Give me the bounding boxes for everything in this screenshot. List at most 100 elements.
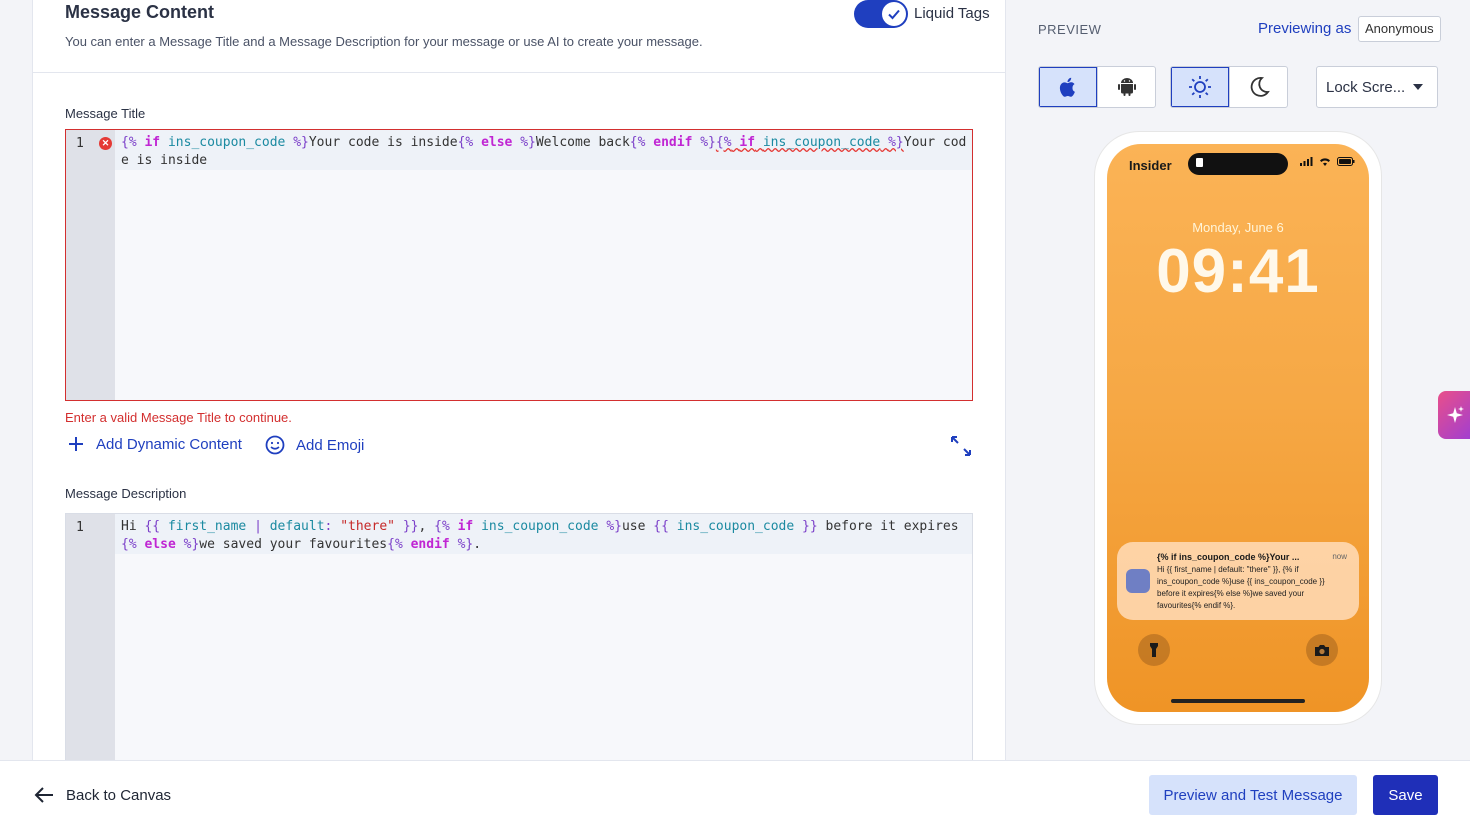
moon-icon (1250, 77, 1270, 97)
home-indicator (1171, 699, 1305, 703)
code-token: | (254, 519, 262, 534)
code-token: endif (653, 135, 693, 150)
ios-option[interactable] (1039, 67, 1097, 107)
plus-icon (69, 437, 83, 451)
arrow-left-icon (34, 787, 53, 803)
lock-time: 09:41 (1156, 237, 1320, 306)
back-to-canvas-link[interactable]: Back to Canvas (34, 786, 171, 804)
notification-time: now (1332, 552, 1347, 561)
code-token: {% (434, 519, 450, 534)
code-token: {% (387, 537, 403, 552)
sparkle-icon (1447, 406, 1464, 423)
title-error-message: Enter a valid Message Title to continue. (65, 410, 292, 425)
preview-view-value: Lock Scre... (1326, 78, 1406, 96)
error-marker-icon: ✕ (99, 137, 112, 150)
code-token: }} (402, 519, 419, 534)
carrier-label: Insider (1129, 158, 1172, 173)
add-dynamic-content-button[interactable]: Add Dynamic Content (66, 434, 242, 454)
add-emoji-button[interactable]: Add Emoji (264, 434, 364, 456)
code-token: %} (888, 135, 904, 150)
code-token: %} (293, 135, 309, 150)
caret-down-icon (1413, 84, 1423, 90)
code-token: before it expires (817, 519, 959, 534)
code-token: %} (520, 135, 536, 150)
code-token: ins_coupon_code (676, 519, 795, 534)
code-token: {{ (144, 519, 161, 534)
code-token: if (144, 135, 161, 150)
code-token: }} (802, 519, 818, 534)
audience-selector[interactable]: Anonymous (1358, 16, 1441, 42)
message-description-code[interactable]: Hi {{ first_name | default: "there" }}, … (121, 518, 969, 554)
liquid-tags-toggle[interactable] (854, 0, 908, 28)
message-description-label: Message Description (65, 486, 187, 501)
message-title-label: Message Title (65, 106, 146, 121)
dynamic-island (1188, 153, 1288, 175)
wifi-icon (1320, 158, 1330, 166)
code-token: default (269, 519, 325, 534)
message-description-editor[interactable]: 1 Hi {{ first_name | default: "there" }}… (65, 513, 973, 763)
battery-icon (1337, 157, 1355, 166)
line-gutter: 1 (66, 514, 115, 762)
code-token: %} (183, 537, 200, 552)
code-token: if (457, 519, 474, 534)
message-title-editor[interactable]: 1 ✕ {% if ins_coupon_code %}Your code is… (65, 129, 973, 401)
code-token: "there" (340, 519, 395, 534)
code-token: Welcome back (535, 135, 630, 150)
camera-icon (1306, 634, 1338, 666)
apple-icon (1059, 77, 1075, 97)
notification-body: Hi {{ first_name | default: "there" }}, … (1157, 565, 1325, 610)
code-token: ins_coupon_code (762, 135, 881, 150)
preview-view-dropdown[interactable]: Lock Scre... (1316, 66, 1438, 108)
code-token: {{ (653, 519, 669, 534)
code-token: %} (606, 519, 622, 534)
lock-screen: Insider Monday, June 6 09:41 {% if ins_c… (1107, 144, 1369, 712)
expand-icon[interactable] (950, 435, 972, 457)
notification-title: {% if ins_coupon_code %}Your ... (1157, 552, 1300, 562)
preview-and-test-button[interactable]: Preview and Test Message (1149, 775, 1357, 815)
code-token: %} (700, 135, 716, 150)
code-token: {% (457, 135, 474, 150)
line-gutter: 1 ✕ (66, 130, 115, 400)
push-notification-preview: {% if ins_coupon_code %}Your ... now Hi … (1117, 542, 1359, 620)
message-title-code[interactable]: {% if ins_coupon_code %}Your code is ins… (121, 134, 969, 170)
code-token: else (481, 135, 513, 150)
code-token: use (621, 519, 654, 534)
preview-label: PREVIEW (1038, 22, 1102, 37)
back-to-canvas-label: Back to Canvas (66, 786, 172, 804)
signal-icon (1300, 157, 1313, 166)
save-button[interactable]: Save (1373, 775, 1438, 815)
ai-assistant-button[interactable] (1438, 391, 1470, 439)
android-option[interactable] (1097, 67, 1155, 107)
code-token: ins_coupon_code (481, 519, 599, 534)
smiley-icon (265, 435, 285, 455)
android-icon (1117, 78, 1136, 96)
code-token: {% (121, 135, 137, 150)
dark-theme-option[interactable] (1229, 67, 1287, 107)
line-number: 1 (76, 136, 84, 151)
code-token: {% (121, 537, 137, 552)
lock-date: Monday, June 6 (1192, 220, 1284, 235)
theme-toggle (1170, 66, 1288, 108)
code-token: , (418, 519, 435, 534)
code-token: ins_coupon_code (167, 135, 286, 150)
phone-mockup: Insider Monday, June 6 09:41 {% if ins_c… (1095, 132, 1381, 724)
add-emoji-label: Add Emoji (296, 436, 365, 454)
light-theme-option[interactable] (1171, 67, 1229, 107)
code-token: we saved your favourites (199, 537, 388, 552)
code-token: {% (715, 135, 732, 150)
code-token: . (473, 537, 482, 552)
code-token: endif (410, 537, 450, 552)
